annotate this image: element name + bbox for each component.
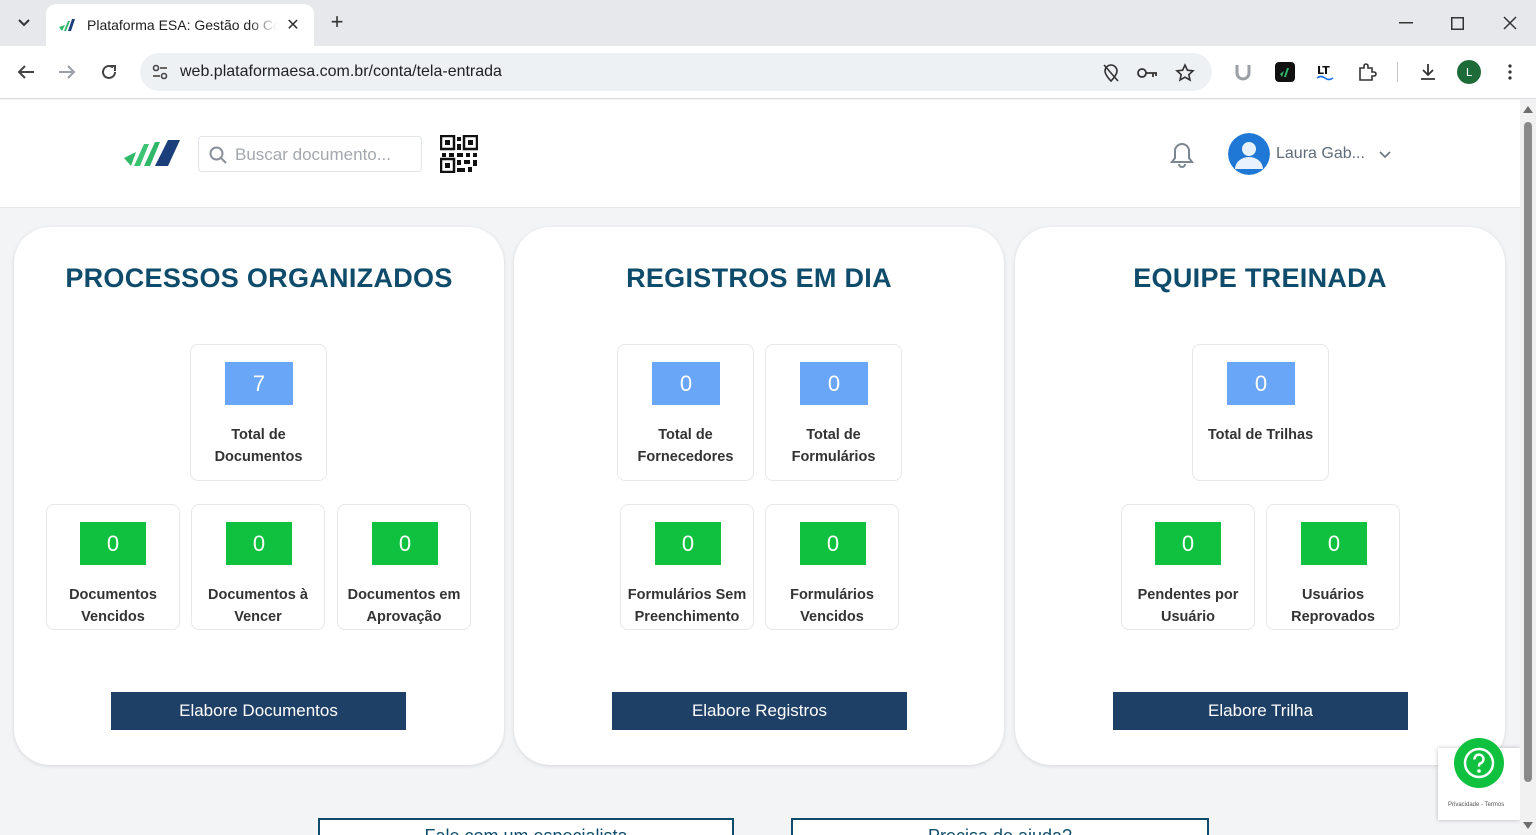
profile-initial: L bbox=[1466, 66, 1473, 79]
esa-logo[interactable] bbox=[122, 138, 184, 170]
card-title: REGISTROS EM DIA bbox=[626, 263, 892, 293]
scroll-thumb[interactable] bbox=[1524, 122, 1532, 782]
stat-value: 0 bbox=[1155, 522, 1221, 565]
stat-documentos-em-aprovacao[interactable]: 0 Documentos em Aprovação bbox=[337, 504, 471, 630]
help-question-icon[interactable] bbox=[1454, 738, 1504, 788]
extension-u-icon[interactable] bbox=[1231, 60, 1255, 84]
app-header: Laura Gab... bbox=[0, 100, 1520, 208]
profile-avatar[interactable]: L bbox=[1457, 60, 1481, 84]
stat-label: Documentos em Aprovação bbox=[347, 587, 461, 625]
maximize-icon[interactable] bbox=[1445, 12, 1469, 34]
stat-label: Total de Formulários bbox=[791, 427, 876, 465]
page-content: Laura Gab... PROCESSOS ORGANIZADOS 7 Tot… bbox=[0, 100, 1520, 835]
elabore-registros-button[interactable]: Elabore Registros bbox=[612, 692, 907, 730]
qr-code-icon[interactable] bbox=[440, 135, 478, 173]
stat-total-formularios[interactable]: 0 Total de Formulários bbox=[765, 344, 902, 481]
password-key-icon[interactable] bbox=[1137, 62, 1159, 84]
search-box bbox=[198, 136, 422, 172]
extensions-puzzle-icon[interactable] bbox=[1355, 60, 1379, 84]
card-title: EQUIPE TREINADA bbox=[1133, 263, 1387, 293]
page-scrollbar[interactable] bbox=[1520, 100, 1536, 835]
notification-bell-icon[interactable] bbox=[1169, 141, 1195, 169]
stat-value: 0 bbox=[226, 522, 292, 565]
card-equipe-treinada: EQUIPE TREINADA 0 Total de Trilhas 0 Pen… bbox=[1015, 227, 1505, 765]
fale-com-especialista-button[interactable]: Fale com um especialista bbox=[318, 818, 734, 835]
user-menu[interactable]: Laura Gab... bbox=[1228, 132, 1398, 176]
stat-total-documentos[interactable]: 7 Total de Documentos bbox=[190, 344, 327, 481]
stat-total-trilhas[interactable]: 0 Total de Trilhas bbox=[1192, 344, 1329, 481]
scroll-up-arrow-icon[interactable] bbox=[1523, 106, 1533, 113]
address-bar[interactable]: web.plataformaesa.com.br/conta/tela-entr… bbox=[140, 53, 1212, 91]
browser-menu-icon[interactable] bbox=[1498, 60, 1522, 84]
stat-label: Pendentes por Usuário bbox=[1137, 587, 1239, 625]
stat-value: 0 bbox=[652, 362, 720, 405]
stat-value: 0 bbox=[800, 362, 868, 405]
browser-toolbar: web.plataformaesa.com.br/conta/tela-entr… bbox=[0, 46, 1536, 99]
location-off-icon[interactable] bbox=[1100, 62, 1122, 84]
download-icon[interactable] bbox=[1416, 60, 1440, 84]
url-text: web.plataformaesa.com.br/conta/tela-entr… bbox=[180, 63, 502, 80]
forward-arrow-icon[interactable] bbox=[54, 59, 80, 85]
stat-label: Formulários Vencidos bbox=[790, 587, 874, 625]
reload-icon[interactable] bbox=[96, 59, 122, 85]
stat-total-fornecedores[interactable]: 0 Total de Fornecedores bbox=[617, 344, 754, 481]
user-name: Laura Gab... bbox=[1276, 145, 1365, 162]
tab-title: Plataforma ESA: Gestão do Conhecimento bbox=[87, 17, 277, 33]
stat-value: 0 bbox=[1227, 362, 1295, 405]
stat-label: Total de Trilhas bbox=[1207, 427, 1314, 443]
svg-text:LT: LT bbox=[1317, 64, 1330, 77]
elabore-documentos-button[interactable]: Elabore Documentos bbox=[111, 692, 406, 730]
precisa-de-ajuda-button[interactable]: Precisa de ajuda? bbox=[791, 818, 1209, 835]
card-title: PROCESSOS ORGANIZADOS bbox=[65, 263, 453, 293]
stat-documentos-vencidos[interactable]: 0 Documentos Vencidos bbox=[46, 504, 180, 630]
stat-value: 0 bbox=[80, 522, 146, 565]
card-processos-organizados: PROCESSOS ORGANIZADOS 7 Total de Documen… bbox=[14, 227, 504, 765]
tab-favicon-icon bbox=[59, 19, 75, 31]
browser-tab[interactable]: Plataforma ESA: Gestão do Conhecimento ✕ bbox=[46, 4, 314, 46]
stat-value: 0 bbox=[800, 522, 866, 565]
extension-translate-icon[interactable]: LT bbox=[1314, 60, 1338, 84]
stat-formularios-sem-preenchimento[interactable]: 0 Formulários Sem Preenchimento bbox=[620, 504, 754, 630]
stat-usuarios-reprovados[interactable]: 0 Usuários Reprovados bbox=[1266, 504, 1400, 630]
chevron-down-icon bbox=[1379, 151, 1391, 159]
search-input[interactable] bbox=[235, 143, 415, 167]
stat-documentos-a-vencer[interactable]: 0 Documentos à Vencer bbox=[191, 504, 325, 630]
button-label: Precisa de ajuda? bbox=[793, 826, 1207, 835]
stat-label: Documentos à Vencer bbox=[208, 587, 308, 625]
scroll-down-arrow-icon[interactable] bbox=[1523, 822, 1533, 829]
elabore-trilha-button[interactable]: Elabore Trilha bbox=[1113, 692, 1408, 730]
stat-label: Usuários Reprovados bbox=[1291, 587, 1375, 625]
stat-pendentes-por-usuario[interactable]: 0 Pendentes por Usuário bbox=[1121, 504, 1255, 630]
search-icon bbox=[209, 146, 227, 164]
stat-label: Formulários Sem Preenchimento bbox=[627, 587, 747, 625]
card-registros-em-dia: REGISTROS EM DIA 0 Total de Fornecedores… bbox=[514, 227, 1004, 765]
user-avatar bbox=[1228, 133, 1270, 175]
stat-value: 0 bbox=[1301, 522, 1367, 565]
tab-search-chevron-icon[interactable] bbox=[10, 9, 38, 37]
button-label: Fale com um especialista bbox=[320, 826, 732, 835]
help-widget[interactable]: Privacidade - Termos bbox=[1438, 738, 1520, 820]
privacy-terms-link[interactable]: Privacidade - Termos bbox=[1448, 802, 1504, 808]
stat-label: Total de Documentos bbox=[214, 427, 303, 465]
new-tab-plus-icon[interactable]: + bbox=[326, 10, 348, 36]
stat-label: Documentos Vencidos bbox=[69, 587, 157, 625]
extension-esa-icon[interactable] bbox=[1273, 60, 1297, 84]
stat-value: 0 bbox=[372, 522, 438, 565]
bookmark-star-icon[interactable] bbox=[1174, 62, 1196, 84]
browser-tab-bar: Plataforma ESA: Gestão do Conhecimento ✕… bbox=[0, 0, 1536, 46]
stat-formularios-vencidos[interactable]: 0 Formulários Vencidos bbox=[765, 504, 899, 630]
toolbar-separator bbox=[1397, 62, 1398, 82]
stat-label: Total de Fornecedores bbox=[637, 427, 734, 465]
tab-close-icon[interactable]: ✕ bbox=[284, 15, 302, 35]
close-window-icon[interactable] bbox=[1498, 12, 1522, 34]
minimize-icon[interactable] bbox=[1394, 12, 1418, 34]
site-settings-icon[interactable] bbox=[150, 62, 170, 82]
stat-value: 7 bbox=[225, 362, 293, 405]
back-arrow-icon[interactable] bbox=[13, 59, 39, 85]
stat-value: 0 bbox=[655, 522, 721, 565]
